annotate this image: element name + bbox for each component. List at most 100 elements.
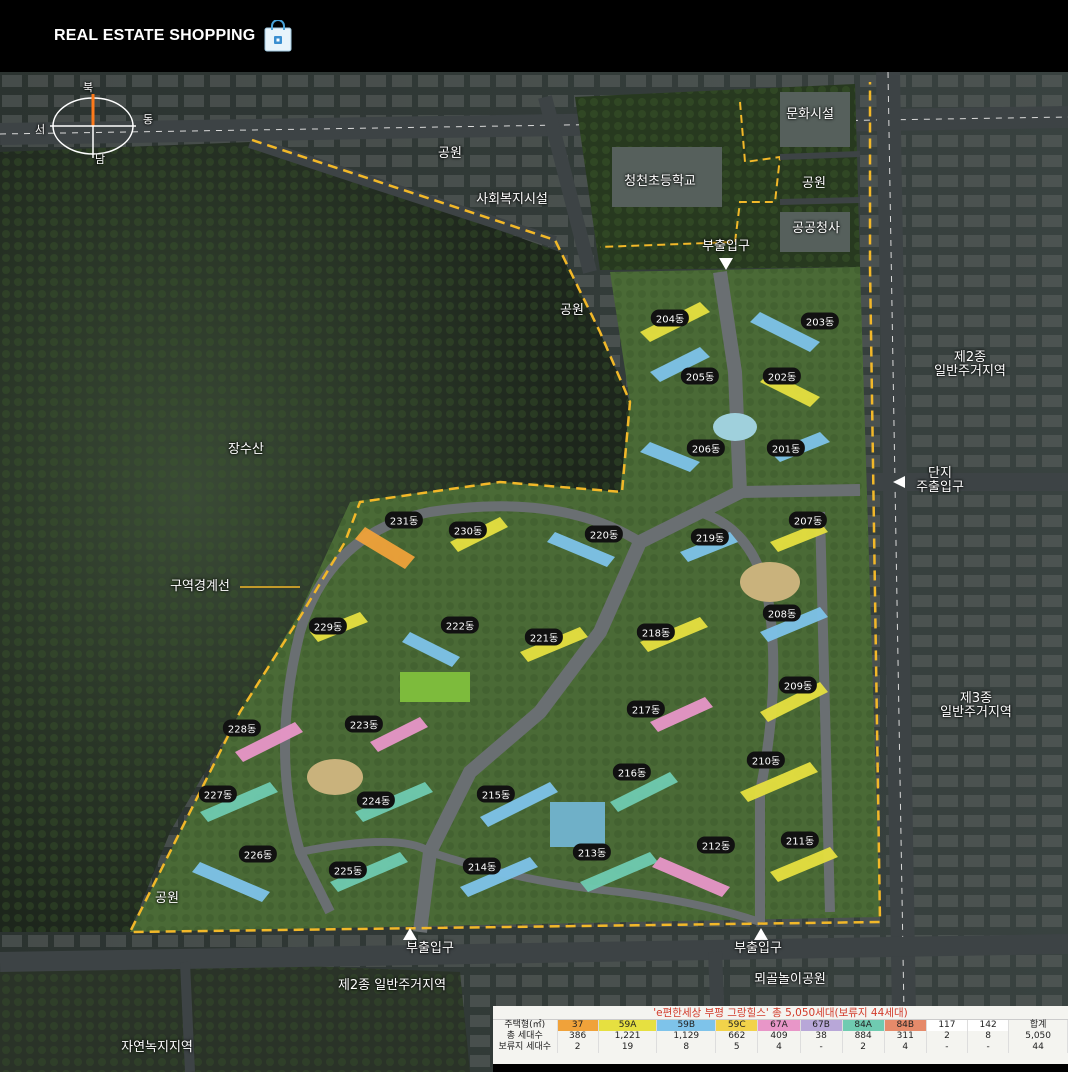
- building-label[interactable]: 217동: [626, 700, 666, 718]
- building-label[interactable]: 231동: [384, 511, 424, 529]
- label-park-top: 공원: [438, 146, 462, 161]
- label-public-office: 공공청사: [792, 221, 840, 236]
- building-label[interactable]: 215동: [476, 785, 516, 803]
- label-playground-park: 뫼골놀이공원: [754, 972, 826, 987]
- building-label[interactable]: 221동: [524, 628, 564, 646]
- site-header: REAL ESTATE SHOPPING: [0, 0, 1068, 72]
- unit-count-cell: 2: [842, 1042, 885, 1053]
- label-sub-entrance-bottom-left: 부출입구: [406, 941, 454, 956]
- unit-count-cell: -: [800, 1042, 843, 1053]
- legend-strip: [493, 1064, 1068, 1072]
- unit-type-cell: 117: [926, 1020, 969, 1031]
- unit-count-cell: 311: [884, 1031, 927, 1042]
- label-boundary: 구역경계선: [170, 579, 230, 594]
- unit-count-cell: 662: [715, 1031, 759, 1042]
- unit-count-cell: 1,221: [598, 1031, 658, 1042]
- compass-north: 북: [82, 81, 94, 94]
- label-sub-entrance-bottom-right: 부출입구: [734, 941, 782, 956]
- unit-type-cell: 67B: [800, 1020, 843, 1031]
- building-label[interactable]: 202동: [762, 367, 802, 385]
- building-label[interactable]: 227동: [198, 785, 238, 803]
- unit-type-table: 'e편한세상 부평 그랑힐스' 총 5,050세대(보류지 44세대) 주택형(…: [493, 1006, 1068, 1072]
- unit-type-cell: 59A: [598, 1020, 658, 1031]
- building-label[interactable]: 222동: [440, 616, 480, 634]
- building-label[interactable]: 204동: [650, 309, 690, 327]
- label-zone2-bottom: 제2종 일반주거지역: [337, 978, 447, 993]
- label-park-right: 공원: [802, 176, 826, 191]
- map-background: [0, 72, 1068, 1072]
- unit-type-cell: 합계: [1008, 1020, 1068, 1031]
- unit-count-cell: 2: [557, 1042, 599, 1053]
- label-main-entrance-2: 주출입구: [916, 480, 964, 495]
- building-label[interactable]: 230동: [448, 521, 488, 539]
- label-sub-entrance-top: 부출입구: [702, 239, 750, 254]
- unit-type-cell: 84B: [884, 1020, 927, 1031]
- table-row-label: 총 세대수: [493, 1031, 558, 1042]
- label-nature-green: 자연녹지지역: [121, 1040, 193, 1055]
- building-label[interactable]: 228동: [222, 719, 262, 737]
- shopping-bag-icon[interactable]: [263, 20, 293, 52]
- building-label[interactable]: 226동: [238, 845, 278, 863]
- unit-count-cell: 1,129: [656, 1031, 717, 1042]
- unit-type-cell: 37: [557, 1020, 599, 1031]
- label-zone3-2: 일반주거지역: [940, 705, 1012, 720]
- unit-count-cell: 8: [656, 1042, 717, 1053]
- unit-type-cell: 59B: [656, 1020, 717, 1031]
- unit-count-cell: 386: [557, 1031, 599, 1042]
- label-culture: 문화시설: [786, 107, 834, 122]
- label-zone2-right-2: 일반주거지역: [934, 364, 1006, 379]
- label-park-mid: 공원: [560, 303, 584, 318]
- building-label[interactable]: 218동: [636, 623, 676, 641]
- label-mountain: 장수산: [228, 442, 264, 457]
- unit-count-cell: -: [967, 1042, 1010, 1053]
- building-label[interactable]: 206동: [686, 439, 726, 457]
- table-header-label: 주택형(㎡): [493, 1020, 558, 1031]
- unit-count-cell: 8: [967, 1031, 1010, 1042]
- unit-count-cell: 4: [884, 1042, 927, 1053]
- building-label[interactable]: 209동: [778, 676, 818, 694]
- unit-type-cell: 142: [967, 1020, 1010, 1031]
- building-label[interactable]: 203동: [800, 312, 840, 330]
- building-label[interactable]: 216동: [612, 763, 652, 781]
- compass-south: 남: [94, 153, 106, 166]
- unit-count-cell: 5,050: [1008, 1031, 1068, 1042]
- building-label[interactable]: 207동: [788, 511, 828, 529]
- table-row: 보류지 세대수 2 19 8 5 4-2 4- -44: [493, 1042, 1068, 1053]
- label-school: 청천초등학교: [624, 174, 696, 189]
- building-label[interactable]: 223동: [344, 715, 384, 733]
- unit-type-cell: 84A: [842, 1020, 885, 1031]
- unit-count-cell: 4: [757, 1042, 801, 1053]
- table-header-row: 주택형(㎡) 37 59A 59B 59C 67A 67B 84A 84B 117 142 합계: [493, 1020, 1068, 1031]
- building-label[interactable]: 213동: [572, 843, 612, 861]
- table-row: 총 세대수 386 1,221 1,129 662 409 38 884 311 2 8 5,050: [493, 1031, 1068, 1042]
- unit-count-cell: 38: [800, 1031, 843, 1042]
- building-label[interactable]: 229동: [308, 617, 348, 635]
- site-map: 북 남 동 서 공원 사회복지시설 청천초등학교 문화시설 공원 공공청사 공원…: [0, 72, 1068, 1072]
- unit-type-cell: 59C: [715, 1020, 759, 1031]
- building-label[interactable]: 208동: [762, 604, 802, 622]
- unit-count-cell: 2: [926, 1031, 969, 1042]
- building-label[interactable]: 205동: [680, 367, 720, 385]
- unit-count-cell: -: [926, 1042, 969, 1053]
- unit-count-cell: 44: [1008, 1042, 1068, 1053]
- building-label[interactable]: 212동: [696, 836, 736, 854]
- unit-table: 주택형(㎡) 37 59A 59B 59C 67A 67B 84A 84B 117 142 합계 총…: [493, 1020, 1068, 1053]
- unit-type-cell: 67A: [757, 1020, 801, 1031]
- label-welfare: 사회복지시설: [476, 192, 548, 207]
- building-label[interactable]: 201동: [766, 439, 806, 457]
- unit-count-cell: 884: [842, 1031, 885, 1042]
- unit-count-cell: 409: [757, 1031, 801, 1042]
- compass-east: 동: [142, 113, 154, 126]
- building-label[interactable]: 220동: [584, 525, 624, 543]
- building-label[interactable]: 210동: [746, 751, 786, 769]
- brand-title[interactable]: REAL ESTATE SHOPPING: [54, 27, 255, 45]
- table-title: 'e편한세상 부평 그랑힐스' 총 5,050세대(보류지 44세대): [493, 1006, 1068, 1020]
- building-label[interactable]: 211동: [780, 831, 820, 849]
- building-label[interactable]: 224동: [356, 791, 396, 809]
- compass-west: 서: [34, 123, 46, 136]
- building-label[interactable]: 214동: [462, 857, 502, 875]
- building-label[interactable]: 225동: [328, 861, 368, 879]
- building-label[interactable]: 219동: [690, 528, 730, 546]
- table-row-label: 보류지 세대수: [493, 1042, 558, 1053]
- unit-count-cell: 5: [715, 1042, 759, 1053]
